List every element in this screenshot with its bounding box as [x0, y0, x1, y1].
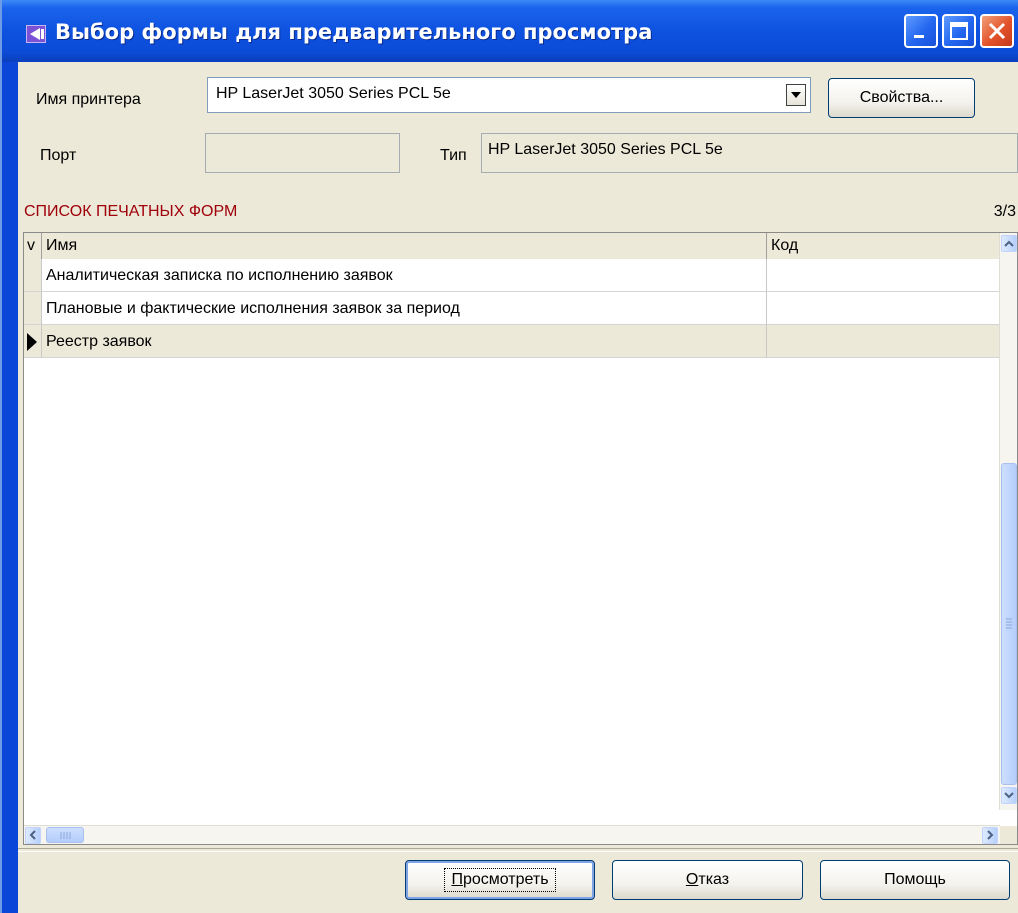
row-code-cell: [767, 259, 1000, 292]
minimize-button[interactable]: [904, 14, 938, 48]
row-indicator: [24, 325, 42, 358]
dialog-window: Выбор формы для предварительного просмот…: [2, 0, 1018, 913]
chevron-down-icon: [1004, 792, 1014, 799]
chevron-left-icon: [29, 830, 36, 840]
row-code-cell: [767, 292, 1000, 325]
dialog-client-area: Имя принтера HP LaserJet 3050 Series PCL…: [18, 62, 1018, 913]
cancel-button[interactable]: Отказ: [612, 860, 803, 900]
current-row-arrow-icon: [27, 333, 37, 351]
table-row[interactable]: Плановые и фактические исполнения заявок…: [24, 292, 1000, 325]
scroll-thumb[interactable]: [1001, 463, 1017, 785]
title-bar[interactable]: Выбор формы для предварительного просмот…: [2, 0, 1018, 62]
scroll-up-button[interactable]: [1001, 235, 1017, 252]
grip-icon: [1006, 618, 1012, 629]
table-row-selected[interactable]: Реестр заявок: [24, 325, 1000, 358]
help-button[interactable]: Помощь: [820, 860, 1010, 900]
printer-name-select[interactable]: HP LaserJet 3050 Series PCL 5e: [207, 77, 811, 113]
chevron-down-icon: [791, 92, 801, 98]
grid-header: v Имя Код: [24, 233, 1000, 260]
type-field: HP LaserJet 3050 Series PCL 5e: [481, 133, 1018, 173]
scroll-down-button[interactable]: [1001, 787, 1017, 804]
view-button-label: Просмотреть: [444, 868, 556, 892]
column-header-name[interactable]: Имя: [42, 233, 767, 259]
forms-section-title: СПИСОК ПЕЧАТНЫХ ФОРМ: [24, 203, 238, 220]
view-button[interactable]: Просмотреть: [405, 860, 595, 900]
port-label: Порт: [40, 147, 77, 164]
vertical-scrollbar[interactable]: [999, 233, 1017, 810]
forms-count: 3/3: [993, 203, 1016, 220]
column-header-check[interactable]: v: [24, 233, 42, 259]
maximize-button[interactable]: [942, 14, 976, 48]
divider: [18, 848, 1018, 852]
cancel-button-label: Отказ: [685, 871, 730, 888]
horizontal-scroll-thumb[interactable]: [46, 827, 84, 843]
column-header-code[interactable]: Код: [767, 233, 1000, 259]
row-code-cell: [767, 325, 1000, 358]
close-button[interactable]: [980, 14, 1014, 48]
printer-name-value: HP LaserJet 3050 Series PCL 5e: [216, 85, 451, 102]
printer-name-label: Имя принтера: [36, 91, 141, 108]
scroll-corner: [1000, 826, 1017, 844]
scroll-left-button[interactable]: [25, 827, 41, 844]
chevron-right-icon: [987, 830, 994, 840]
port-field: [205, 133, 400, 173]
properties-button[interactable]: Свойства...: [828, 78, 975, 118]
row-indicator: [24, 259, 42, 292]
row-indicator: [24, 292, 42, 325]
type-value: HP LaserJet 3050 Series PCL 5e: [488, 141, 723, 158]
type-label: Тип: [440, 147, 467, 164]
row-name-cell: Аналитическая записка по исполнению заяв…: [42, 259, 767, 292]
chevron-up-icon: [1004, 240, 1014, 247]
scroll-right-button[interactable]: [982, 827, 998, 844]
row-name-cell: Реестр заявок: [42, 325, 767, 358]
forms-grid[interactable]: v Имя Код Аналитическая записка по испол…: [23, 232, 1018, 845]
app-icon: [26, 25, 46, 43]
row-name-cell: Плановые и фактические исполнения заявок…: [42, 292, 767, 325]
dropdown-button[interactable]: [786, 84, 806, 106]
table-row[interactable]: Аналитическая записка по исполнению заяв…: [24, 259, 1000, 292]
window-title: Выбор формы для предварительного просмот…: [55, 20, 653, 44]
grip-icon: [60, 832, 71, 839]
horizontal-scrollbar[interactable]: [24, 825, 1000, 844]
